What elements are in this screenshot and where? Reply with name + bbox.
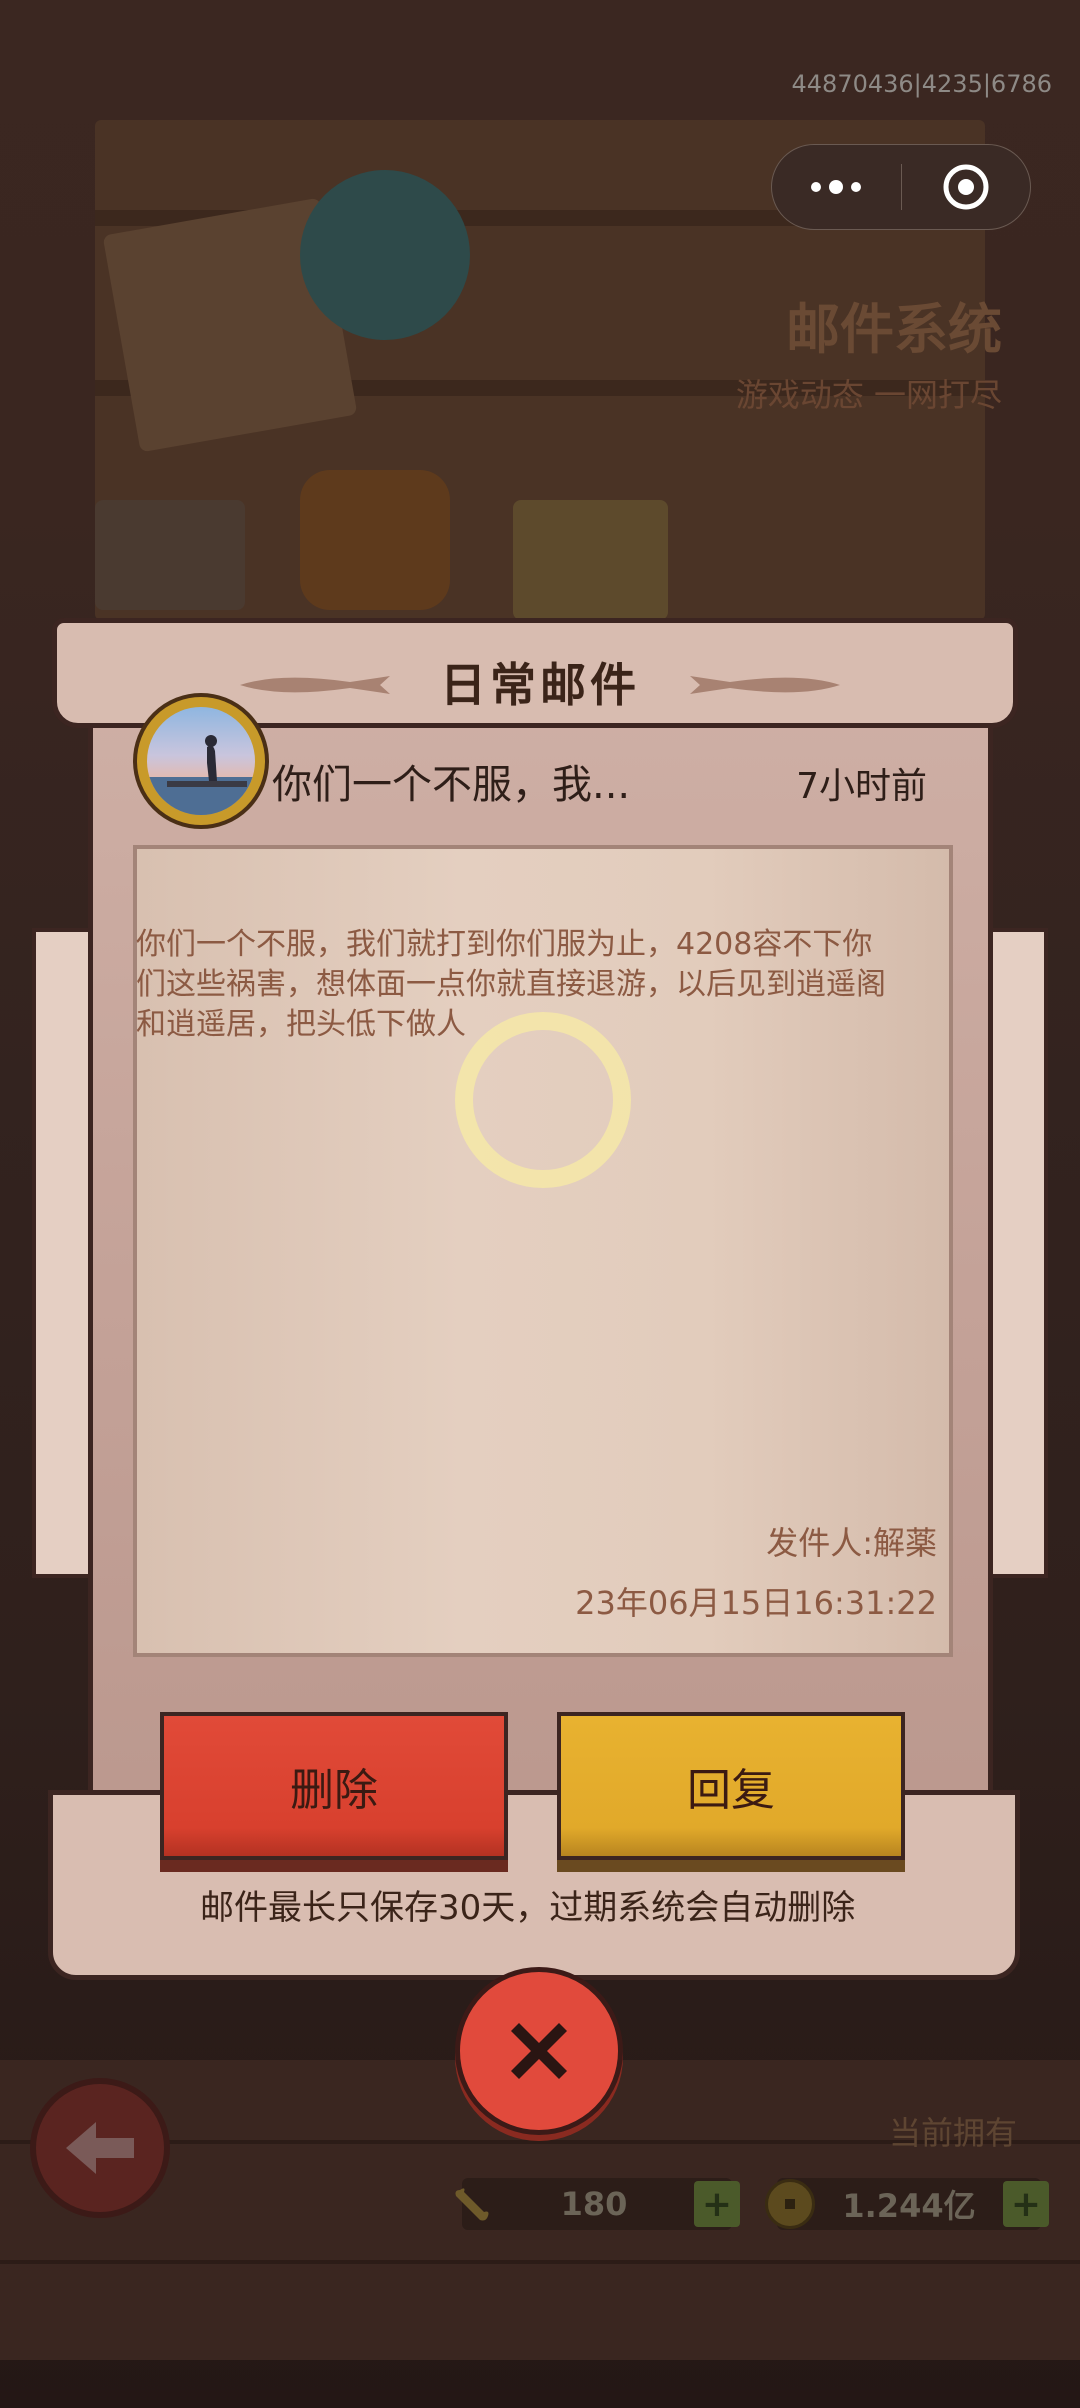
mini-program-capsule [771, 144, 1031, 230]
reply-button[interactable]: 回复 [557, 1712, 905, 1860]
resource-add-button-1[interactable]: + [694, 2181, 740, 2227]
mail-title: 日常邮件 [440, 658, 640, 712]
background-radio [513, 500, 668, 620]
sender-avatar [133, 693, 269, 829]
delete-button-label: 删除 [290, 1765, 378, 1816]
close-button[interactable] [455, 1967, 623, 2135]
resource-bar-2: 1.244亿 + [765, 2178, 1049, 2230]
more-button[interactable] [772, 145, 901, 229]
resource-value-1: 180 [560, 2185, 628, 2223]
back-arrow-icon [66, 2122, 134, 2174]
background-title: 邮件系统 [786, 297, 1002, 361]
avatar-figure-icon [147, 735, 255, 815]
more-dots-icon [811, 180, 862, 194]
background-subtitle: 游戏动态 一网打尽 [735, 376, 1002, 414]
delete-button[interactable]: 删除 [160, 1712, 508, 1860]
coin-icon [765, 2179, 815, 2229]
mail-content-line: 你们一个不服，我们就打到你们服为止，4208容不下你 [136, 927, 873, 962]
mail-time-ago: 7小时前 [796, 766, 927, 807]
exit-button[interactable] [902, 145, 1031, 229]
mail-content-line: 们这些祸害，想体面一点你就直接退游，以后见到逍遥阁 [136, 967, 886, 1002]
resource-bar-1: 180 + [455, 2178, 740, 2230]
retention-notice: 邮件最长只保存30天，过期系统会自动删除 [200, 1888, 856, 1928]
background-lock-box [95, 500, 245, 610]
back-button[interactable] [30, 2078, 170, 2218]
background-character [300, 170, 470, 340]
loading-ring-icon [455, 1012, 631, 1188]
mail-subject: 你们一个不服，我... [272, 762, 631, 808]
mail-sender: 发件人:解薬 [766, 1524, 937, 1562]
reply-button-label: 回复 [687, 1765, 775, 1816]
owned-label: 当前拥有 [888, 2114, 1017, 2152]
debug-id: 44870436|4235|6786 [791, 70, 1052, 98]
resource-value-2: 1.244亿 [842, 2187, 976, 2225]
background-bag [300, 470, 450, 610]
mail-date: 23年06月15日16:31:22 [575, 1584, 937, 1622]
target-circle-icon [943, 164, 989, 210]
bone-icon [450, 2182, 494, 2226]
resource-add-button-2[interactable]: + [1003, 2181, 1049, 2227]
mail-title-wrap: 日常邮件 [240, 650, 840, 714]
close-icon [511, 2023, 567, 2079]
